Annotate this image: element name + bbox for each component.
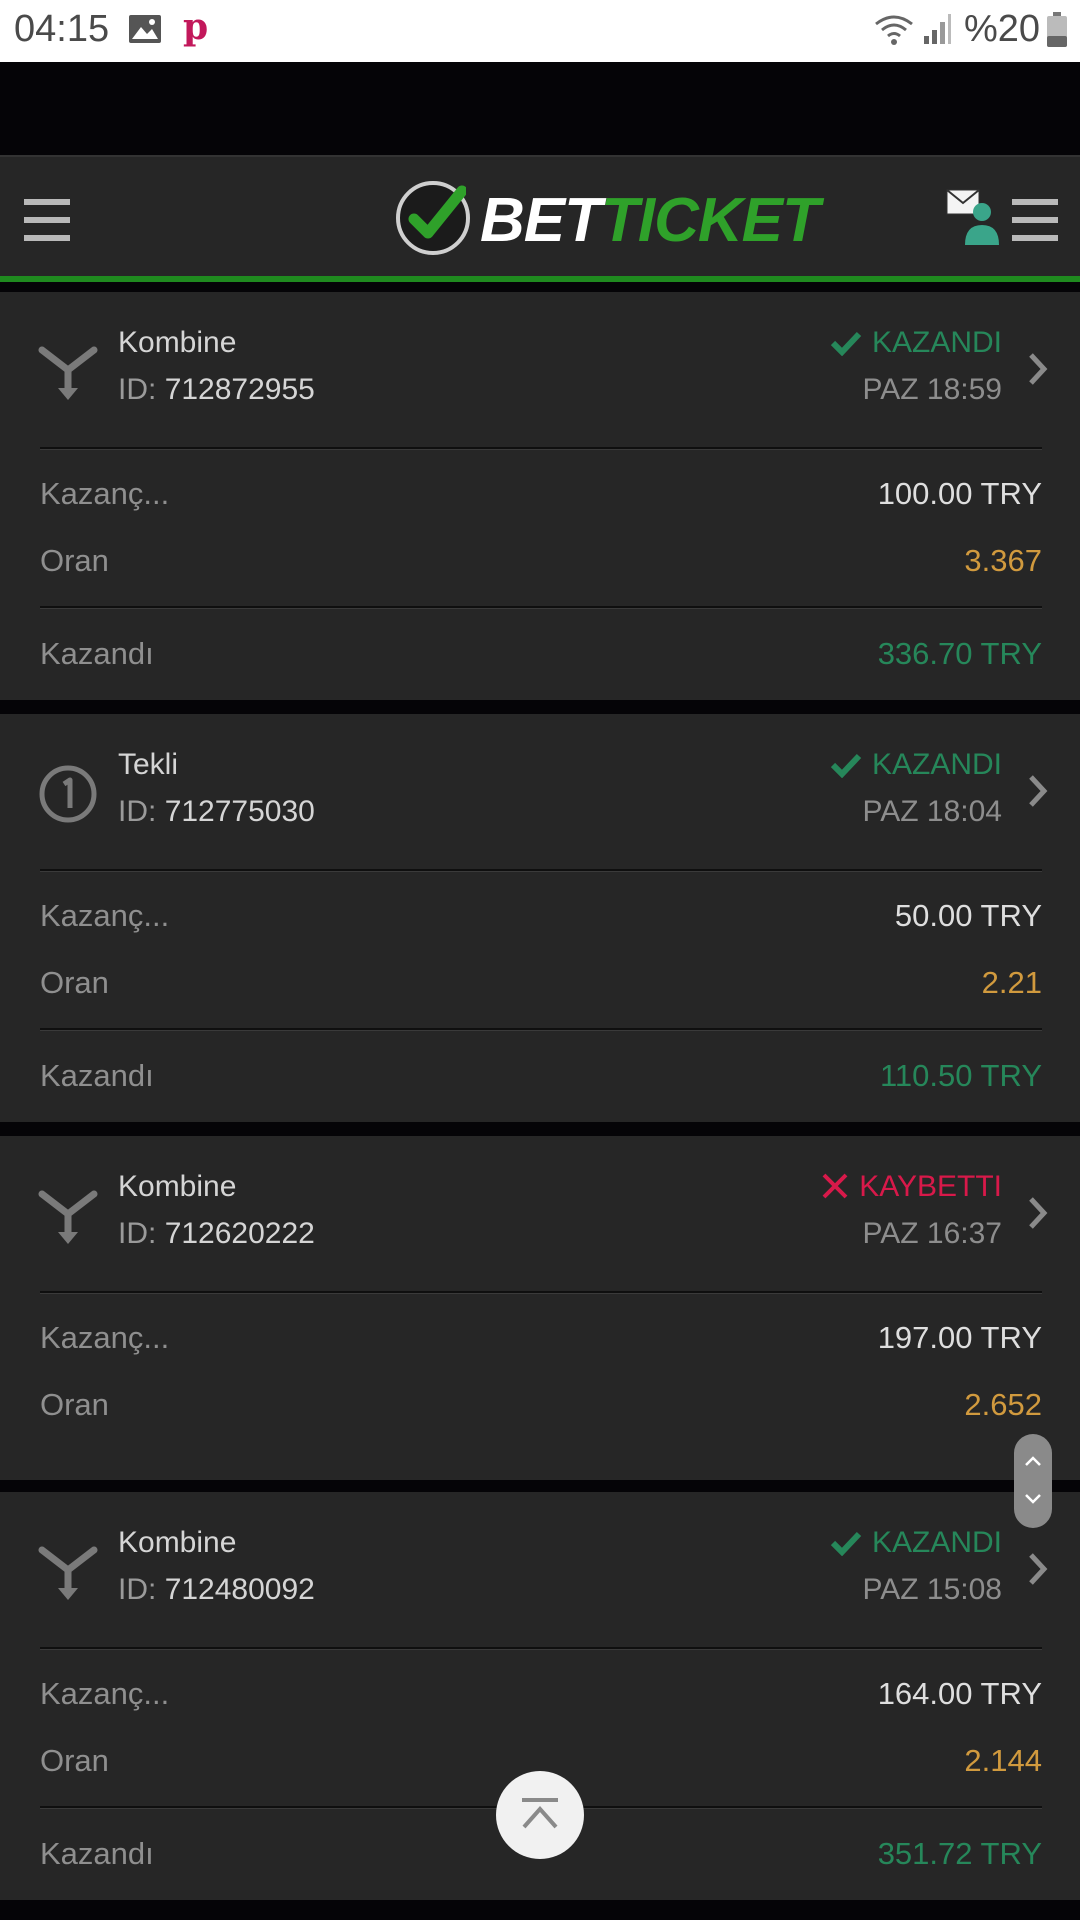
- bet-type: Kombine: [118, 1170, 237, 1203]
- bet-id: ID: 712480092: [118, 1573, 315, 1606]
- check-icon: [830, 331, 862, 357]
- divider: [40, 869, 1042, 872]
- bet-type: Kombine: [118, 326, 237, 359]
- user-account-icon[interactable]: [962, 201, 1002, 245]
- single-bet-icon: [39, 765, 97, 823]
- odds-value: 2.652: [964, 1387, 1042, 1422]
- top-black-band: [0, 62, 1080, 154]
- bet-slip-menu-button[interactable]: [1012, 199, 1058, 241]
- bet-id: ID: 712620222: [118, 1217, 315, 1250]
- bet-card[interactable]: Tekli ID: 712775030 KAZANDI PAZ 18:04 Ka…: [0, 714, 1080, 1122]
- odds-label: Oran: [40, 1387, 109, 1422]
- divider: [40, 606, 1042, 609]
- bet-date: PAZ 18:04: [862, 795, 1002, 828]
- combo-bet-icon: [38, 1546, 98, 1600]
- chevron-right-icon[interactable]: [1028, 774, 1048, 808]
- bet-id: ID: 712775030: [118, 795, 315, 828]
- bet-type: Tekli: [118, 748, 179, 781]
- status-time: 04:15: [14, 8, 110, 50]
- bet-date: PAZ 15:08: [862, 1573, 1002, 1606]
- chevron-down-icon: [1025, 1494, 1041, 1504]
- payout-value: 336.70 TRY: [877, 636, 1042, 671]
- battery-level: %20: [964, 8, 1041, 50]
- bet-id: ID: 712872955: [118, 373, 315, 406]
- odds-value: 2.144: [964, 1743, 1042, 1778]
- logo-check-icon: [396, 181, 470, 255]
- check-icon: [830, 1531, 862, 1557]
- stake-value: 50.00 TRY: [894, 898, 1042, 933]
- chevron-right-icon[interactable]: [1028, 1552, 1048, 1586]
- stake-label: Kazanç...: [40, 476, 170, 511]
- status-bar: 04:15 p %20: [0, 0, 1080, 62]
- payout-label: Kazandı: [40, 636, 154, 671]
- close-icon: [822, 1173, 848, 1199]
- bet-date: PAZ 16:37: [862, 1217, 1002, 1250]
- check-icon: [830, 753, 862, 779]
- chevron-up-icon: [1025, 1456, 1041, 1466]
- combo-bet-icon: [38, 346, 98, 400]
- divider: [40, 1028, 1042, 1031]
- p-app-icon: p: [183, 6, 209, 48]
- chevron-right-icon[interactable]: [1028, 1196, 1048, 1230]
- status-badge: KAZANDI: [830, 326, 1002, 360]
- bet-card[interactable]: Kombine ID: 712872955 KAZANDI PAZ 18:59 …: [0, 292, 1080, 700]
- payout-value: 351.72 TRY: [877, 1836, 1042, 1871]
- stake-value: 164.00 TRY: [877, 1676, 1042, 1711]
- divider: [40, 1647, 1042, 1650]
- odds-label: Oran: [40, 543, 109, 578]
- payout-label: Kazandı: [40, 1058, 154, 1093]
- divider: [40, 1291, 1042, 1294]
- bet-card[interactable]: Kombine ID: 712620222 KAYBETTI PAZ 16:37…: [0, 1136, 1080, 1480]
- betticket-logo[interactable]: BETTICKET: [396, 179, 820, 263]
- logo-text: BETTICKET: [480, 186, 820, 255]
- app-header: BETTICKET: [0, 155, 1080, 279]
- stake-label: Kazanç...: [40, 1676, 170, 1711]
- fast-scroll-handle[interactable]: [1014, 1434, 1052, 1528]
- stake-value: 197.00 TRY: [877, 1320, 1042, 1355]
- status-badge: KAZANDI: [830, 1526, 1002, 1560]
- bet-type: Kombine: [118, 1526, 237, 1559]
- scroll-top-icon: [522, 1798, 558, 1829]
- payout-value: 110.50 TRY: [879, 1058, 1042, 1093]
- battery-icon: [1047, 12, 1067, 47]
- scroll-to-top-button[interactable]: [496, 1771, 584, 1859]
- odds-label: Oran: [40, 965, 109, 1000]
- bet-date: PAZ 18:59: [862, 373, 1002, 406]
- signal-icon: [924, 14, 951, 44]
- main-menu-button[interactable]: [24, 199, 70, 241]
- odds-label: Oran: [40, 1743, 109, 1778]
- status-badge: KAYBETTI: [821, 1170, 1002, 1204]
- payout-label: Kazandı: [40, 1836, 154, 1871]
- status-badge: KAZANDI: [830, 748, 1002, 782]
- divider: [40, 447, 1042, 450]
- odds-value: 2.21: [981, 965, 1042, 1000]
- combo-bet-icon: [38, 1190, 98, 1244]
- stake-value: 100.00 TRY: [877, 476, 1042, 511]
- chevron-right-icon[interactable]: [1028, 352, 1048, 386]
- header-accent-line: [0, 276, 1080, 282]
- gallery-icon: [129, 15, 161, 43]
- stake-label: Kazanç...: [40, 898, 170, 933]
- wifi-icon: [875, 15, 913, 45]
- odds-value: 3.367: [964, 543, 1042, 578]
- stake-label: Kazanç...: [40, 1320, 170, 1355]
